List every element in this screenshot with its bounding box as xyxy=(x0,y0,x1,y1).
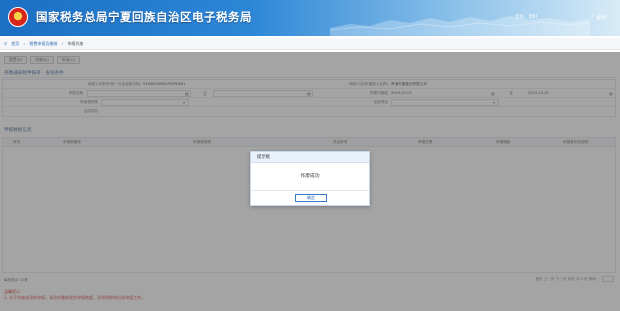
breadcrumb-arrow-icon: › xyxy=(23,41,26,46)
great-wall-decoration xyxy=(330,16,590,36)
dialog-footer: 确定 xyxy=(251,190,369,205)
logout-link[interactable]: 退出 xyxy=(596,14,606,21)
breadcrumb-level2[interactable]: 税费申报及缴纳 xyxy=(29,41,57,46)
site-header: 国家税务总局宁夏回族自治区电子税务局 您好，您好 | 退出 xyxy=(0,0,620,36)
site-title: 国家税务总局宁夏回族自治区电子税务局 xyxy=(36,10,252,24)
ok-button[interactable]: 确定 xyxy=(295,194,327,202)
home-icon: ⚲ xyxy=(4,41,7,46)
header-separator: | xyxy=(592,14,594,19)
emblem-icon xyxy=(8,7,28,27)
dialog-title: 提示框 xyxy=(251,152,369,163)
breadcrumb-current: 申报作废 xyxy=(67,41,84,46)
alert-dialog: 提示框 作废成功 确定 xyxy=(250,151,370,206)
breadcrumb: ⚲ 首页 › 税费申报及缴纳 › 申报作废 xyxy=(0,38,620,50)
breadcrumb-arrow-icon: › xyxy=(61,41,64,46)
dialog-message: 作废成功 xyxy=(300,174,320,179)
breadcrumb-home[interactable]: 首页 xyxy=(11,41,19,46)
user-greeting[interactable]: 您好，您好 xyxy=(515,14,538,20)
